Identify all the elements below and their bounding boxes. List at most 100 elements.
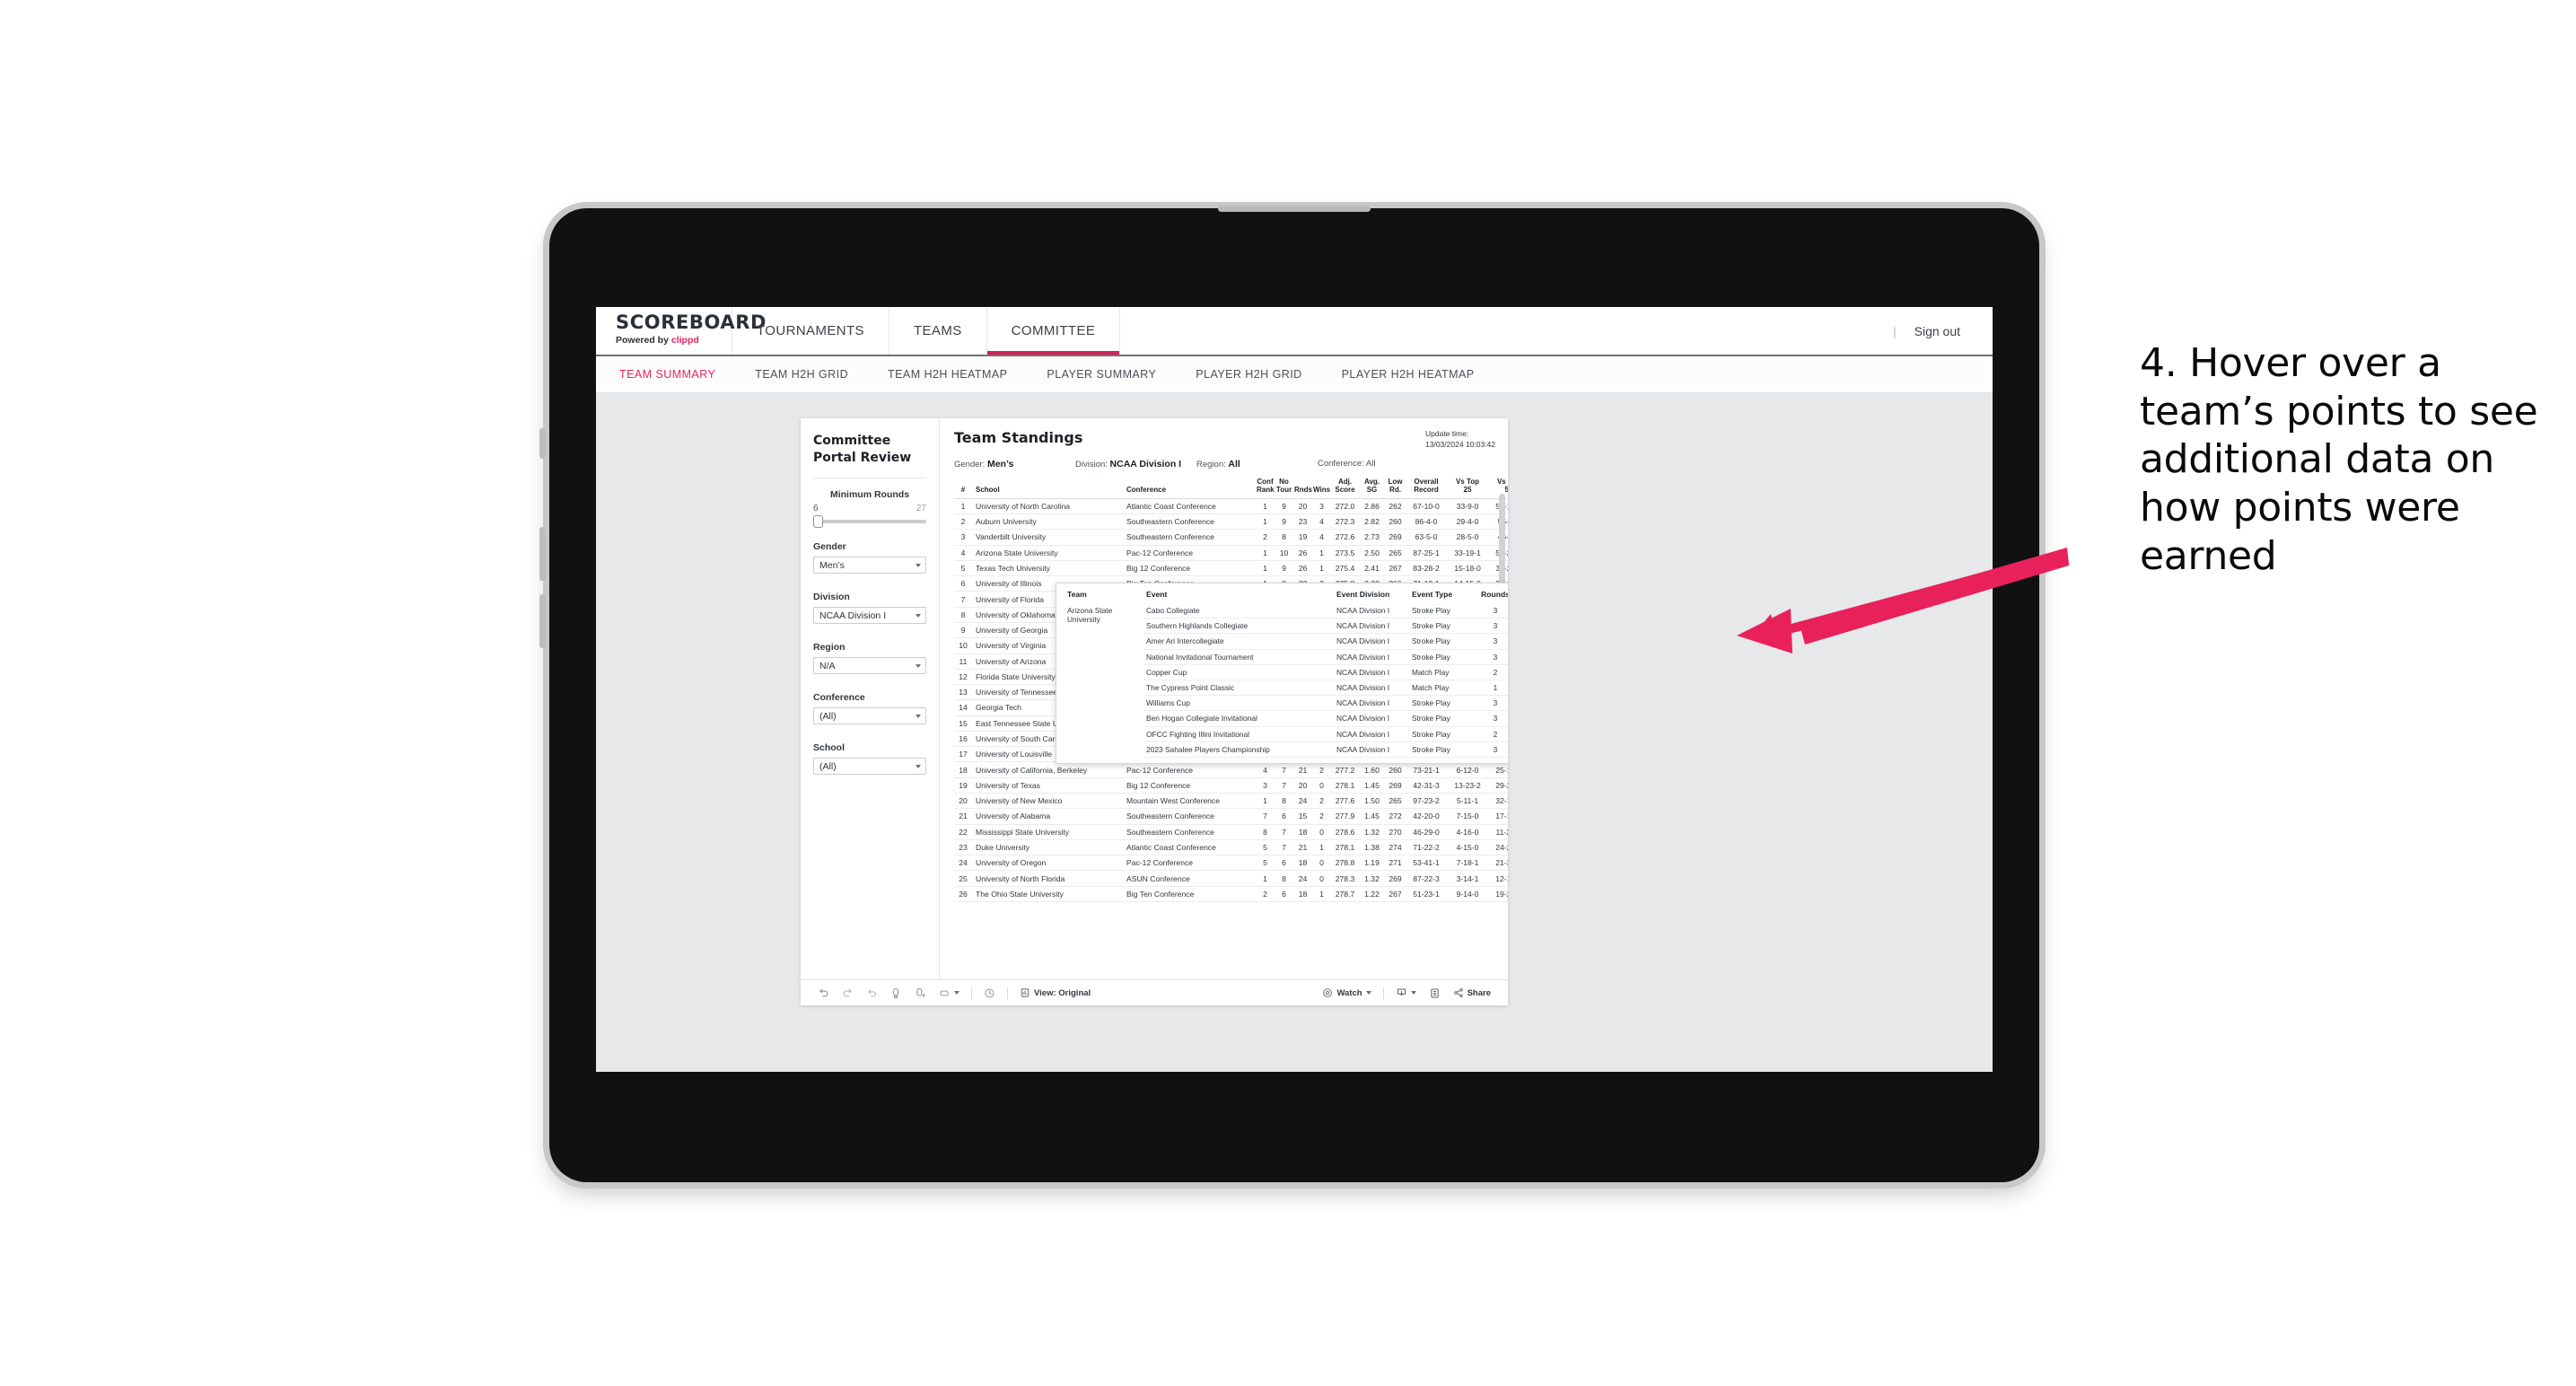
- cell-wins: 4: [1312, 513, 1331, 531]
- cell-wins: 1: [1312, 560, 1331, 577]
- standings-col-conference[interactable]: Conference: [1123, 478, 1256, 499]
- portal-title-line2: Portal Review: [813, 450, 912, 465]
- filter-gender: Gender Men’s: [813, 541, 926, 575]
- nav-item-tournaments[interactable]: TOURNAMENTS: [732, 307, 889, 355]
- table-row[interactable]: 5 Texas Tech University Big 12 Conference 1…: [954, 560, 1508, 577]
- gender-dropdown[interactable]: Men’s: [813, 557, 926, 575]
- tooltip-cell-event-division: NCAA Division I: [1334, 603, 1409, 619]
- tab-player-h2h-heatmap[interactable]: PLAYER H2H HEATMAP: [1342, 368, 1496, 381]
- tablet-button-power[interactable]: [539, 428, 546, 459]
- breadcrumb: Gender: Men’s Division: NCAA Division I …: [954, 459, 1495, 469]
- standings-col-overall-record[interactable]: Overall Record: [1406, 478, 1447, 499]
- cell-t50: 12-18-1: [1488, 870, 1508, 887]
- standings-col-[interactable]: #: [954, 478, 972, 499]
- standings-col-vs-top-25[interactable]: Vs Top 25: [1447, 478, 1488, 499]
- chevron-down-icon: [916, 563, 921, 567]
- cell-conf: Big Ten Conference: [1123, 886, 1256, 903]
- table-row[interactable]: 22 Mississippi State University Southeaste…: [954, 824, 1508, 840]
- tab-player-summary[interactable]: PLAYER SUMMARY: [1047, 368, 1178, 381]
- cell-low: 267: [1385, 886, 1406, 903]
- tooltip-cell-event: Southern Highlands Collegiate: [1143, 618, 1334, 635]
- cell-rank: 19: [954, 777, 972, 794]
- view-original-button[interactable]: View: Original: [1013, 987, 1097, 998]
- filter-division-label: Division: [813, 592, 850, 603]
- cell-t25: 3-14-1: [1447, 870, 1488, 887]
- tooltip-cell-rounds: 3: [1476, 695, 1508, 712]
- download-icon[interactable]: [1389, 987, 1423, 999]
- tooltip-cell-event: Ben Hogan Collegiate Invitational: [1143, 710, 1334, 727]
- tab-team-h2h-heatmap[interactable]: TEAM H2H HEATMAP: [888, 368, 1029, 381]
- region-dropdown[interactable]: N/A: [813, 657, 926, 675]
- cell-rec: 97-23-2: [1406, 793, 1447, 810]
- cell-confrank: 2: [1256, 529, 1275, 546]
- division-dropdown[interactable]: NCAA Division I: [813, 607, 926, 625]
- cell-t25: 13-23-2: [1447, 777, 1488, 794]
- app-top-navigation: SCOREBOARD Powered by clippd TOURNAMENTS…: [596, 307, 1993, 356]
- redo-icon[interactable]: [836, 987, 860, 999]
- cell-t50: 24-21-0: [1488, 839, 1508, 856]
- conference-dropdown[interactable]: (All): [813, 707, 926, 725]
- nav-item-teams[interactable]: TEAMS: [889, 307, 987, 355]
- refresh-data-icon[interactable]: [884, 987, 908, 999]
- fullscreen-icon[interactable]: [1423, 987, 1447, 999]
- cell-conf: Southeastern Conference: [1123, 529, 1256, 546]
- cell-wins: 2: [1312, 808, 1331, 825]
- cell-notour: 7: [1275, 761, 1293, 778]
- cell-rec: 53-41-1: [1406, 855, 1447, 872]
- table-row[interactable]: 19 University of Texas Big 12 Conference 3 7…: [954, 777, 1508, 794]
- nav-item-committee[interactable]: COMMITTEE: [987, 307, 1121, 355]
- table-row[interactable]: 4 Arizona State University Pac-12 Conferen…: [954, 545, 1508, 561]
- standings-col-avg-sg[interactable]: Avg. SG: [1359, 478, 1385, 499]
- nav-divider: |: [1892, 323, 1897, 338]
- chevron-down-icon: [916, 613, 921, 618]
- breadcrumb-division-label: Division:: [1075, 459, 1108, 469]
- tooltip-cell-event: Williams Cup: [1143, 695, 1334, 712]
- breadcrumb-gender-label: Gender:: [954, 459, 986, 469]
- brand-logo[interactable]: SCOREBOARD Powered by clippd: [596, 307, 766, 355]
- table-row[interactable]: 25 University of North Florida ASUN Confer…: [954, 870, 1508, 887]
- tab-team-h2h-grid[interactable]: TEAM H2H GRID: [755, 368, 870, 381]
- standings-col-conf-rank[interactable]: Conf Rank: [1256, 478, 1275, 499]
- cell-t25: 15-18-0: [1447, 560, 1488, 577]
- standings-col-school[interactable]: School: [972, 478, 1123, 499]
- tablet-button-volume-up[interactable]: [539, 527, 546, 581]
- standings-col-adj-score[interactable]: Adj. Score: [1331, 478, 1359, 499]
- cell-low: 265: [1385, 793, 1406, 810]
- tab-player-h2h-grid[interactable]: PLAYER H2H GRID: [1196, 368, 1323, 381]
- table-row[interactable]: 1 University of North Carolina Atlantic Co…: [954, 498, 1508, 514]
- cell-school: University of New Mexico: [972, 793, 1123, 810]
- pause-auto-updates-icon[interactable]: [908, 987, 933, 999]
- minimum-rounds-slider-handle[interactable]: [813, 515, 823, 529]
- pause-refresh-icon[interactable]: [977, 987, 1002, 999]
- cell-conf: Big 12 Conference: [1123, 560, 1256, 577]
- tooltip-cell-rounds: 3: [1476, 649, 1508, 665]
- cell-low: 272: [1385, 808, 1406, 825]
- tablet-button-volume-down[interactable]: [539, 594, 546, 648]
- minimum-rounds-values: 6 27: [813, 504, 926, 513]
- share-button[interactable]: Share: [1447, 987, 1497, 998]
- tab-team-summary[interactable]: TEAM SUMMARY: [619, 368, 737, 381]
- school-dropdown[interactable]: (All): [813, 758, 926, 776]
- watch-button[interactable]: Watch: [1316, 987, 1377, 998]
- cell-adj: 272.0: [1331, 498, 1359, 514]
- standings-col-wins[interactable]: Wins: [1312, 478, 1331, 499]
- standings-col-no-tour[interactable]: No Tour: [1275, 478, 1293, 499]
- revert-icon[interactable]: [860, 987, 884, 999]
- standings-col-rnds[interactable]: Rnds: [1293, 478, 1312, 499]
- table-row[interactable]: 21 University of Alabama Southeastern Conf…: [954, 808, 1508, 825]
- minimum-rounds-slider[interactable]: [813, 515, 926, 529]
- team-standings-view: Team Standings Update time: 13/03/2024 1…: [940, 418, 1508, 979]
- table-row[interactable]: 26 The Ohio State University Big Ten Confe…: [954, 886, 1508, 903]
- undo-icon[interactable]: [811, 987, 836, 999]
- table-row[interactable]: 2 Auburn University Southeastern Conferenc…: [954, 513, 1508, 531]
- table-row[interactable]: 23 Duke University Atlantic Coast Conferen…: [954, 839, 1508, 856]
- device-layout-icon[interactable]: [933, 987, 966, 999]
- table-row[interactable]: 20 University of New Mexico Mountain West …: [954, 793, 1508, 810]
- cell-t25: 33-19-1: [1447, 545, 1488, 561]
- table-row[interactable]: 24 University of Oregon Pac-12 Conference 5…: [954, 855, 1508, 872]
- signout-link[interactable]: Sign out: [1914, 324, 1960, 338]
- table-row[interactable]: 18 University of California, Berkeley Pac-…: [954, 761, 1508, 778]
- standings-col-low-rd[interactable]: Low Rd.: [1385, 478, 1406, 499]
- table-row[interactable]: 3 Vanderbilt University Southeastern Confe…: [954, 529, 1508, 546]
- cell-rank: 4: [954, 545, 972, 561]
